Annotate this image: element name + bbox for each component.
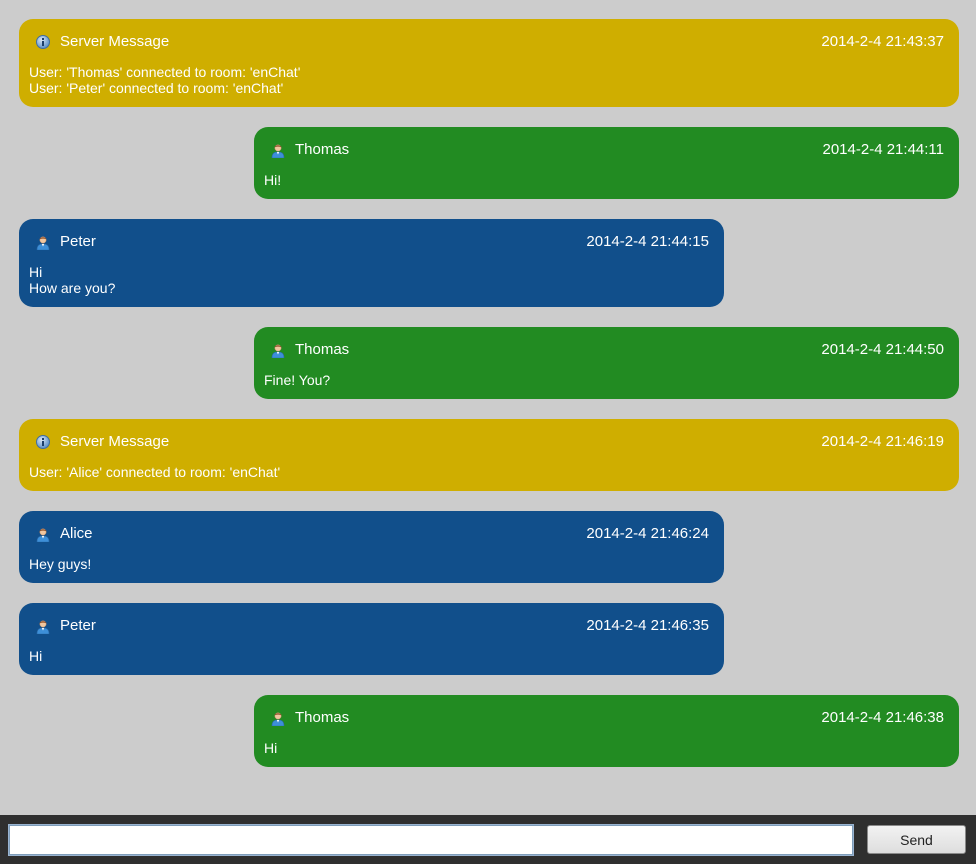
message-body: Hey guys!	[29, 556, 709, 572]
message-body: Hi!	[264, 172, 944, 188]
message-text-line: User: 'Peter' connected to room: 'enChat…	[29, 80, 284, 96]
message-sender: Thomas	[295, 141, 350, 158]
user-icon	[35, 234, 51, 250]
message-input-bar: Send	[0, 815, 976, 864]
chat-message-bubble: Peter 2014-2-4 21:46:35 Hi	[19, 603, 724, 675]
message-timestamp: 2014-2-4 21:46:19	[821, 433, 944, 450]
message-body: User: 'Thomas' connected to room: 'enCha…	[29, 64, 944, 96]
message-header: Server Message 2014-2-4 21:46:19	[33, 432, 944, 452]
message-timestamp: 2014-2-4 21:44:11	[822, 141, 945, 158]
info-icon	[35, 434, 51, 450]
message-header: Thomas 2014-2-4 21:44:11	[268, 140, 944, 160]
chat-message-bubble: Thomas 2014-2-4 21:44:50 Fine! You?	[254, 327, 959, 399]
send-button[interactable]: Send	[867, 825, 966, 854]
user-icon	[270, 710, 286, 726]
chat-message-list[interactable]: Server Message 2014-2-4 21:43:37 User: 'Th…	[0, 0, 976, 815]
message-timestamp: 2014-2-4 21:46:24	[586, 525, 709, 542]
info-icon	[35, 34, 51, 50]
message-header: Peter 2014-2-4 21:46:35	[33, 616, 709, 636]
message-text-line: User: 'Alice' connected to room: 'enChat…	[29, 464, 281, 480]
message-timestamp: 2014-2-4 21:46:38	[821, 709, 944, 726]
server-message-bubble: Server Message 2014-2-4 21:46:19 User: 'Al…	[19, 419, 959, 491]
chat-message-bubble: Peter 2014-2-4 21:44:15 Hi How are you?	[19, 219, 724, 307]
message-header: Server Message 2014-2-4 21:43:37	[33, 32, 944, 52]
message-body: Hi	[264, 740, 944, 756]
message-text-line: Hi!	[264, 172, 282, 188]
message-text-line: Hey guys!	[29, 556, 92, 572]
message-header: Thomas 2014-2-4 21:46:38	[268, 708, 944, 728]
message-timestamp: 2014-2-4 21:43:37	[821, 33, 944, 50]
message-body: Hi How are you?	[29, 264, 709, 296]
message-sender: Server Message	[60, 433, 170, 450]
message-timestamp: 2014-2-4 21:44:50	[821, 341, 944, 358]
message-text-line: User: 'Thomas' connected to room: 'enCha…	[29, 64, 301, 80]
message-sender: Peter	[60, 617, 96, 634]
user-icon	[35, 526, 51, 542]
message-text-line: Hi	[29, 264, 43, 280]
message-sender: Alice	[60, 525, 93, 542]
message-body: Hi	[29, 648, 709, 664]
message-header: Alice 2014-2-4 21:46:24	[33, 524, 709, 544]
message-text-line: Fine! You?	[264, 372, 331, 388]
server-message-bubble: Server Message 2014-2-4 21:43:37 User: 'Th…	[19, 19, 959, 107]
message-header: Thomas 2014-2-4 21:44:50	[268, 340, 944, 360]
chat-message-bubble: Thomas 2014-2-4 21:44:11 Hi!	[254, 127, 959, 199]
message-body: User: 'Alice' connected to room: 'enChat…	[29, 464, 944, 480]
message-sender: Peter	[60, 233, 96, 250]
user-icon	[270, 342, 286, 358]
message-timestamp: 2014-2-4 21:46:35	[586, 617, 709, 634]
message-text-line: How are you?	[29, 280, 116, 296]
message-text-line: Hi	[264, 740, 278, 756]
message-timestamp: 2014-2-4 21:44:15	[586, 233, 709, 250]
message-body: Fine! You?	[264, 372, 944, 388]
message-input[interactable]	[8, 824, 854, 856]
chat-message-bubble: Thomas 2014-2-4 21:46:38 Hi	[254, 695, 959, 767]
user-icon	[270, 142, 286, 158]
chat-message-bubble: Alice 2014-2-4 21:46:24 Hey guys!	[19, 511, 724, 583]
message-sender: Thomas	[295, 341, 350, 358]
message-sender: Server Message	[60, 33, 170, 50]
user-icon	[35, 618, 51, 634]
message-header: Peter 2014-2-4 21:44:15	[33, 232, 709, 252]
message-text-line: Hi	[29, 648, 43, 664]
message-sender: Thomas	[295, 709, 350, 726]
